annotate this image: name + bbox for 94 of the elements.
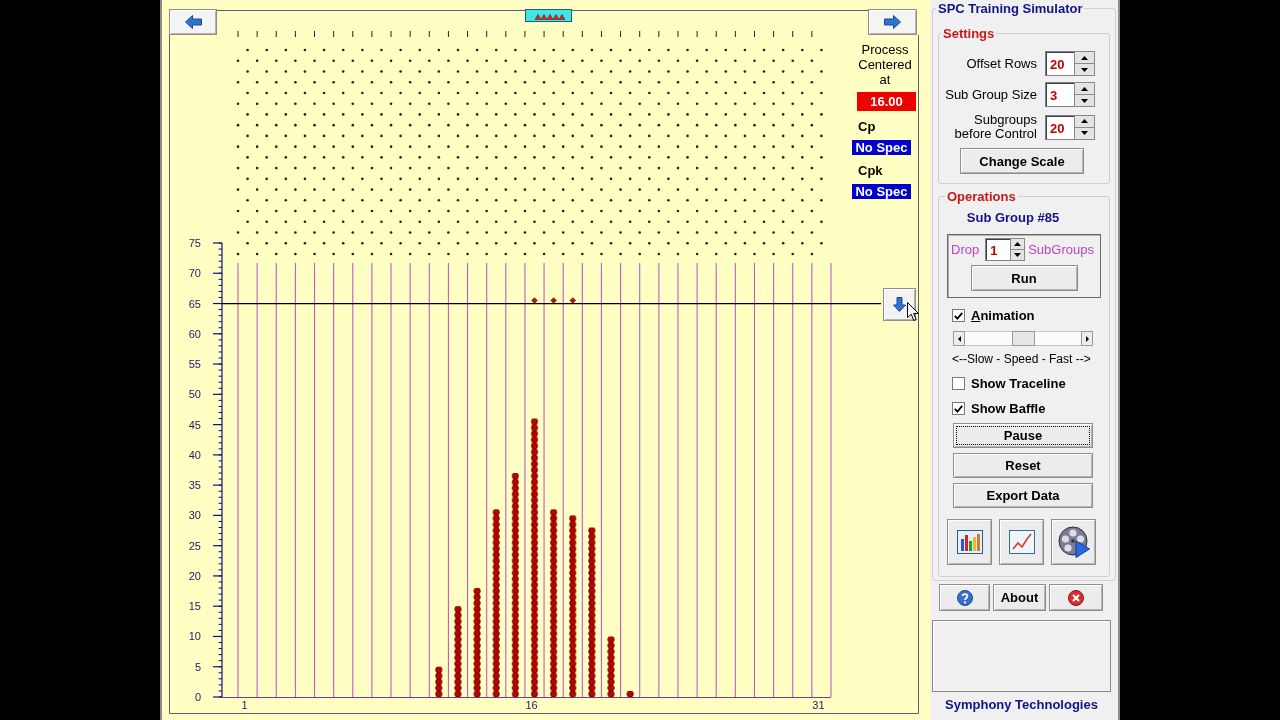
mouse-cursor-icon [907, 302, 919, 321]
speed-caption: <--Slow - Speed - Fast --> [952, 352, 1092, 366]
film-reel-play-button[interactable] [1051, 519, 1096, 565]
spin-down-button[interactable] [1074, 64, 1095, 76]
down-triangle-icon [1081, 67, 1088, 72]
y-tick-label: 15 [188, 600, 201, 613]
field-label: Sub Group Size [945, 87, 1037, 102]
command-button[interactable]: Reset [953, 453, 1093, 478]
app-title: SPC Training Simulator [937, 1, 1084, 16]
checkbox-label[interactable]: Show Traceline [971, 376, 1066, 391]
right-triangle-icon [1085, 335, 1089, 342]
about-button[interactable]: About [993, 584, 1046, 611]
x-tick-label: 1 [241, 699, 248, 711]
ball-tray-icon [525, 9, 572, 22]
field-label: Subgroups before Control [953, 113, 1037, 141]
up-triangle-icon [1081, 86, 1088, 91]
film-reel-play-icon [1057, 526, 1090, 558]
drop-label: Drop [951, 242, 980, 257]
up-triangle-icon [1081, 119, 1088, 123]
help-icon [956, 589, 973, 606]
bar-chart-icon [956, 530, 983, 554]
change-scale-button[interactable]: Change Scale [960, 148, 1084, 174]
spin-up-button[interactable] [1074, 114, 1095, 128]
y-tick-label: 60 [188, 327, 201, 340]
y-tick-label: 30 [188, 509, 201, 522]
y-tick-label: 25 [188, 539, 201, 552]
scroll-left-button[interactable] [953, 331, 965, 346]
group-title: Settings [942, 26, 996, 41]
y-tick-label: 70 [188, 267, 201, 280]
spin-up-button[interactable] [1010, 238, 1026, 250]
down-triangle-icon [1081, 131, 1088, 135]
y-tick-label: 5 [194, 660, 201, 673]
left-arrow-button[interactable] [169, 9, 217, 35]
unit-label: SubGroups [1028, 242, 1094, 257]
checkbox[interactable] [952, 309, 965, 322]
y-tick-label: 50 [188, 388, 201, 401]
x-tick-label: 16 [525, 699, 538, 711]
group-title: Operations [946, 189, 1017, 204]
right-arrow-icon [884, 15, 901, 29]
close-button[interactable] [1049, 584, 1103, 611]
left-arrow-icon [184, 15, 202, 29]
number-field[interactable]: 1 [985, 238, 1011, 261]
y-tick-label: 75 [188, 237, 201, 249]
bar-chart-button[interactable] [947, 519, 992, 565]
ball-stack [607, 636, 615, 697]
subgroup-counter: Sub Group #85 [965, 210, 1061, 225]
y-tick-label: 65 [188, 297, 201, 310]
scroll-right-button[interactable] [1081, 331, 1093, 346]
right-arrow-button[interactable] [868, 9, 917, 35]
number-field[interactable]: 20 [1045, 114, 1074, 140]
y-tick-label: 20 [188, 569, 201, 582]
line-chart-icon [1008, 530, 1035, 554]
y-tick-label: 55 [188, 358, 201, 371]
cpk-label: Cpk [858, 163, 884, 178]
cp-readout: No Spec [852, 140, 911, 155]
spin-down-button[interactable] [1074, 95, 1095, 107]
spin-up-button[interactable] [1074, 51, 1095, 64]
number-field[interactable]: 20 [1045, 51, 1074, 76]
down-triangle-icon [1081, 98, 1088, 103]
down-arrow-icon [893, 297, 906, 312]
checkbox-label[interactable]: Animation [971, 308, 1035, 323]
y-tick-label: 10 [188, 630, 201, 643]
checkbox[interactable] [952, 402, 965, 415]
left-triangle-icon [957, 335, 961, 342]
ball-stack [626, 690, 635, 697]
line-chart-button[interactable] [999, 519, 1044, 565]
checkmark-icon [954, 404, 963, 413]
y-tick-label: 35 [188, 479, 201, 492]
run-button[interactable]: Run [970, 265, 1078, 291]
cp-label: Cp [858, 119, 877, 134]
process-label: Process Centered at [857, 42, 913, 87]
y-tick-label: 0 [194, 691, 201, 703]
checkbox-label[interactable]: Show Baffle [971, 401, 1046, 416]
slider-thumb[interactable] [1011, 331, 1035, 346]
company-name: Symphony Technologies [944, 697, 1099, 712]
command-button[interactable]: Pause [953, 423, 1093, 448]
spin-up-button[interactable] [1074, 82, 1095, 95]
close-icon [1068, 589, 1084, 606]
field-label: Offset Rows [966, 56, 1037, 71]
center-readout: 16.00 [857, 92, 916, 111]
up-triangle-icon [1081, 55, 1088, 60]
x-tick-label: 31 [812, 699, 825, 711]
up-triangle-icon [1014, 242, 1022, 246]
ball-stack [434, 666, 443, 697]
help-button[interactable] [939, 584, 990, 611]
y-tick-label: 45 [188, 418, 201, 431]
down-triangle-icon [1014, 253, 1022, 257]
checkmark-icon [954, 311, 963, 320]
cpk-readout: No Spec [852, 184, 911, 199]
checkbox[interactable] [952, 377, 965, 390]
y-tick-label: 40 [188, 448, 201, 461]
number-field[interactable]: 3 [1045, 82, 1074, 107]
command-button[interactable]: Export Data [953, 483, 1093, 508]
spin-down-button[interactable] [1010, 250, 1026, 261]
